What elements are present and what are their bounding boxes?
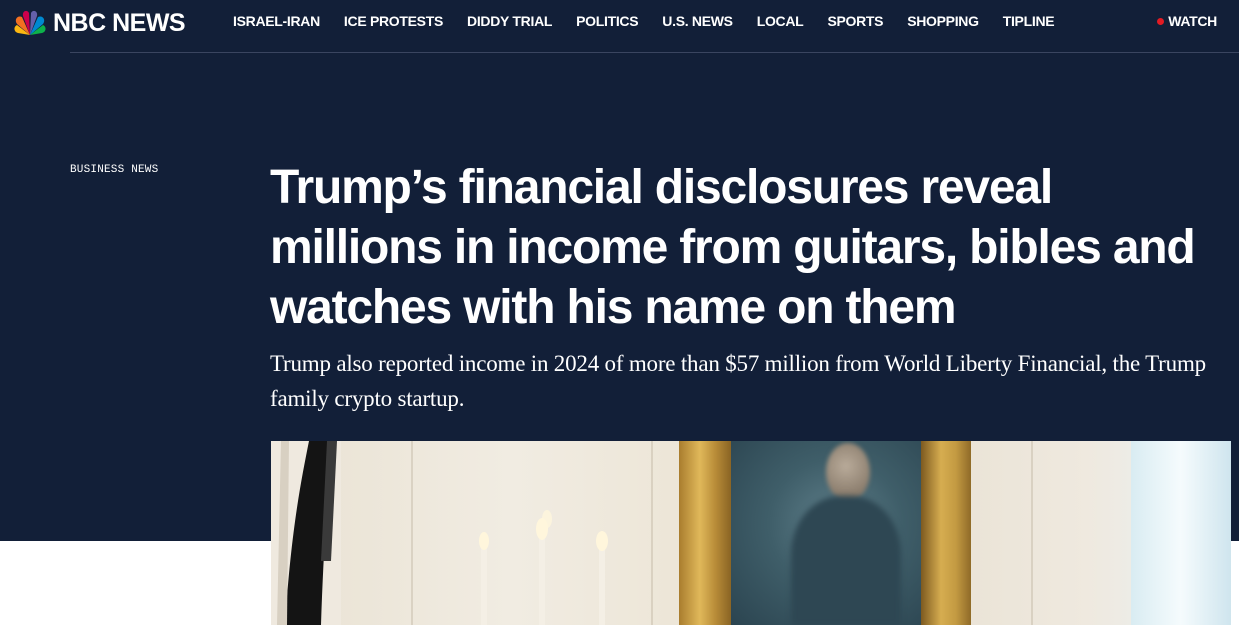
watch-live-link[interactable]: WATCH — [1157, 13, 1217, 29]
live-dot-icon — [1157, 17, 1165, 25]
top-navigation: NBC NEWS ISRAEL-IRAN ICE PROTESTS DIDDY … — [0, 0, 1239, 52]
main-menu: ISRAEL-IRAN ICE PROTESTS DIDDY TRIAL POL… — [233, 13, 1078, 29]
nav-israel-iran[interactable]: ISRAEL-IRAN — [233, 13, 320, 29]
portrait-figure — [826, 443, 870, 501]
section-label[interactable]: BUSINESS NEWS — [70, 164, 158, 176]
nav-shopping[interactable]: SHOPPING — [907, 13, 979, 29]
nav-politics[interactable]: POLITICS — [576, 13, 638, 29]
painting-frame — [921, 441, 971, 625]
wall-panel — [651, 441, 653, 625]
nav-ice-protests[interactable]: ICE PROTESTS — [344, 13, 443, 29]
nav-diddy-trial[interactable]: DIDDY TRIAL — [467, 13, 552, 29]
lead-image — [271, 441, 1231, 625]
candelabra-image — [479, 510, 608, 625]
nbc-news-logo[interactable]: NBC NEWS — [12, 8, 186, 38]
window-light — [1131, 441, 1231, 625]
nav-tipline[interactable]: TIPLINE — [1003, 13, 1055, 29]
article-dek: Trump also reported income in 2024 of mo… — [270, 351, 1206, 411]
flag-image — [271, 441, 341, 625]
brand-name: NBC NEWS — [53, 8, 186, 37]
portrait-figure — [791, 496, 901, 625]
article-headline: Trump’s financial disclosures reveal mil… — [270, 161, 1196, 334]
wall-panel — [411, 441, 413, 625]
nav-local[interactable]: LOCAL — [757, 13, 804, 29]
wall-panel — [1031, 441, 1033, 625]
painting-frame — [679, 441, 731, 625]
nav-us-news[interactable]: U.S. NEWS — [662, 13, 733, 29]
nav-divider — [70, 52, 1239, 53]
nav-sports[interactable]: SPORTS — [827, 13, 883, 29]
watch-label: WATCH — [1168, 13, 1217, 29]
peacock-icon — [14, 10, 46, 36]
